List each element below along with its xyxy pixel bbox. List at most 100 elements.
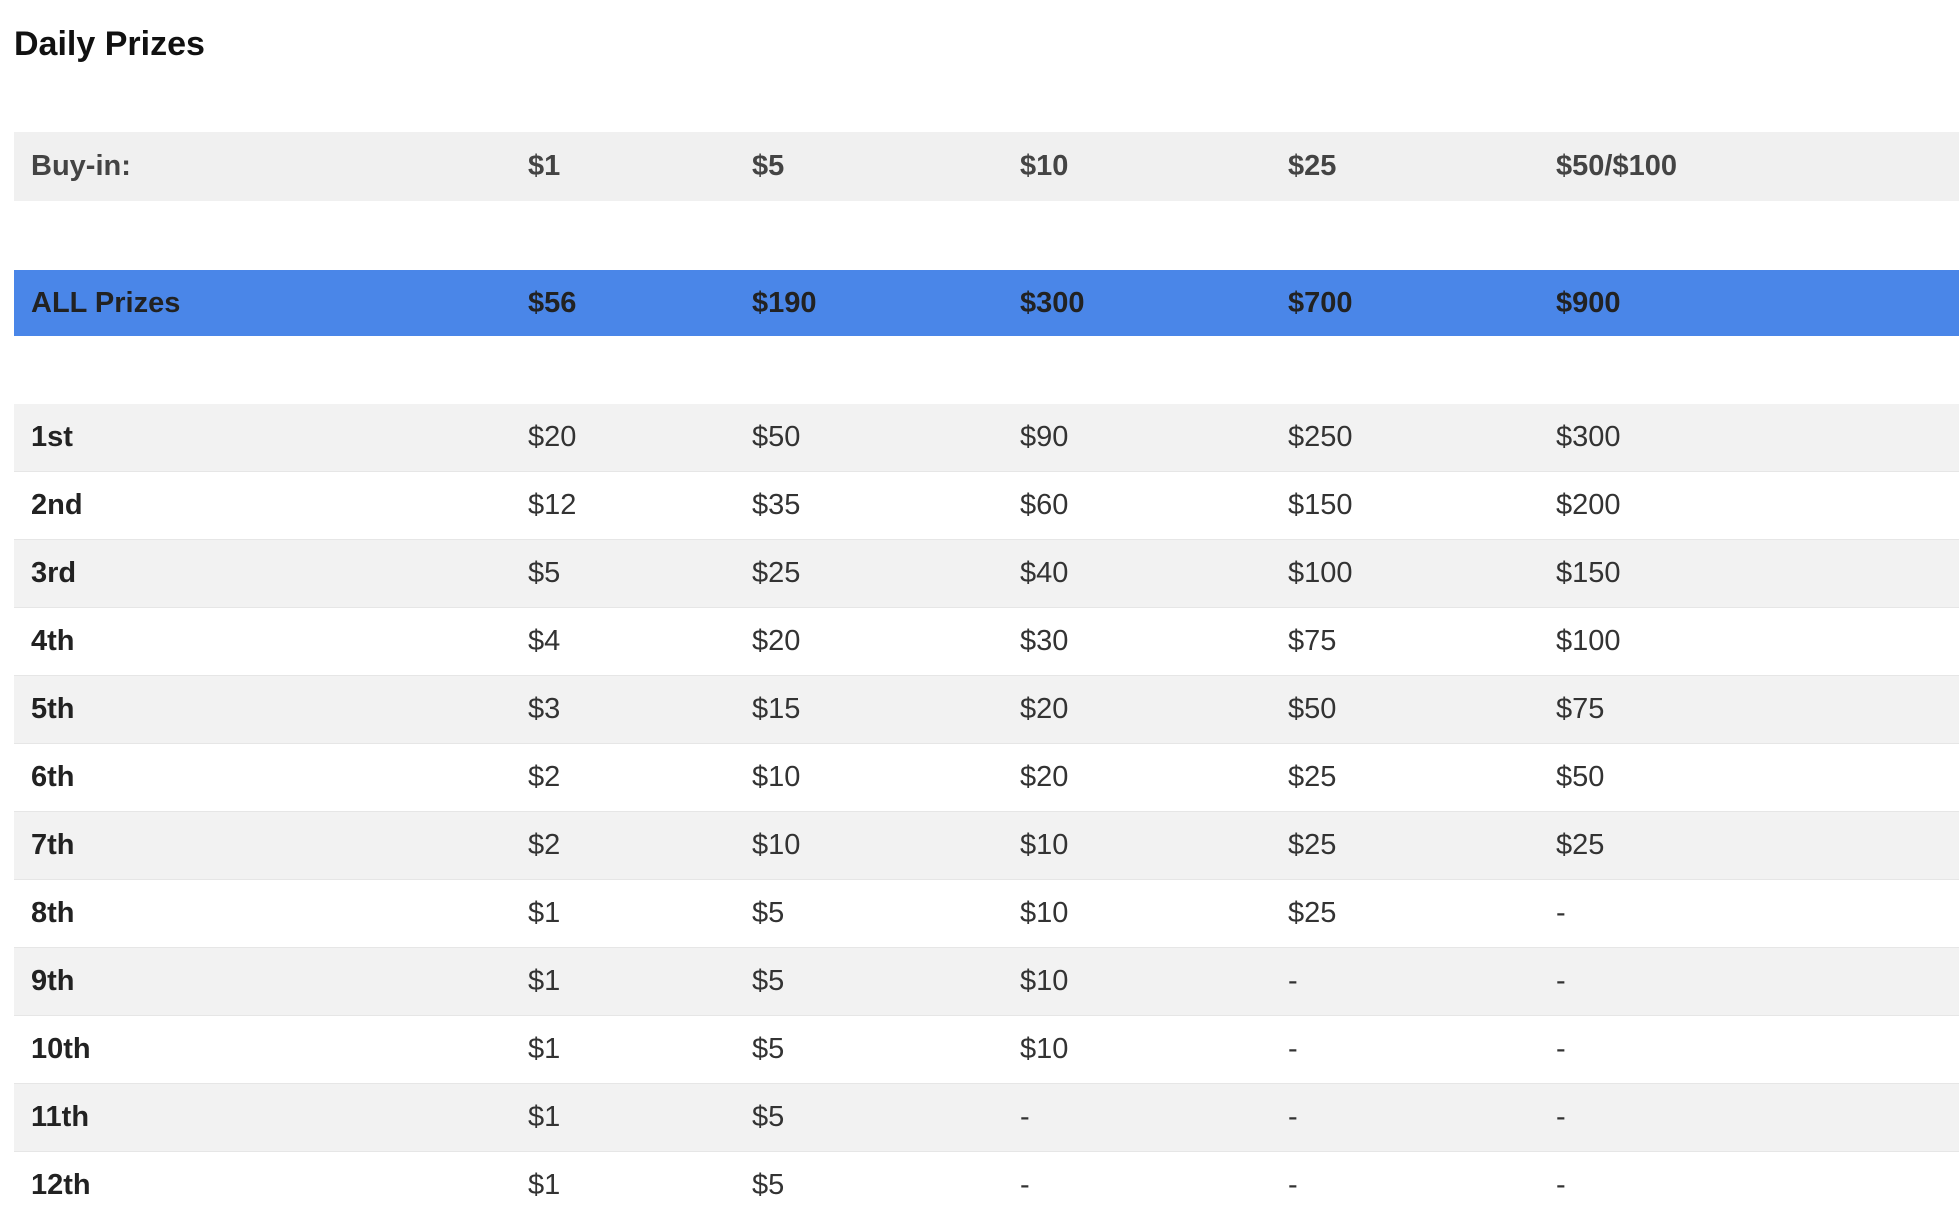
prize-cell: $5 <box>528 557 561 589</box>
all-prizes-total: $300 <box>1020 286 1085 319</box>
prize-cell: $10 <box>1020 1033 1069 1065</box>
place-label: 11th <box>31 1101 90 1133</box>
prize-table-body: 1st $20 $50 $90 $250 $300 2nd $12 $35 $60 $150 $200… <box>0 404 1959 1218</box>
table-row: 10th $1 $5 $10 - - <box>14 1016 1959 1084</box>
prize-cell: $1 <box>528 1033 561 1065</box>
prize-cell: $5 <box>752 1101 785 1133</box>
table-row: 12th $1 $5 - - - <box>14 1152 1959 1218</box>
prize-cell: - <box>1020 1169 1030 1201</box>
prize-cell: - <box>1288 965 1298 997</box>
prize-cell: $200 <box>1556 489 1621 521</box>
prize-cell: $20 <box>1020 693 1069 725</box>
prize-cell: $2 <box>528 761 561 793</box>
place-label: 2nd <box>31 489 83 521</box>
prize-cell: $5 <box>752 965 785 997</box>
prize-cell: $300 <box>1556 421 1621 453</box>
prize-cell: $25 <box>1288 829 1337 861</box>
buy-in-25: $25 <box>1288 150 1337 182</box>
place-label: 7th <box>31 829 75 861</box>
all-prizes-label: ALL Prizes <box>31 286 181 319</box>
all-prizes-total: $900 <box>1556 286 1621 319</box>
prize-cell: $1 <box>528 1101 561 1133</box>
table-row: 1st $20 $50 $90 $250 $300 <box>14 404 1959 472</box>
prize-cell: $250 <box>1288 421 1353 453</box>
prize-cell: $12 <box>528 489 577 521</box>
prize-cell: $50 <box>1288 693 1337 725</box>
prize-cell: $100 <box>1288 557 1353 589</box>
buy-in-5: $5 <box>752 150 785 182</box>
prize-cell: - <box>1556 1101 1566 1133</box>
all-prizes-total: $700 <box>1288 286 1353 319</box>
prize-cell: $10 <box>1020 965 1069 997</box>
buy-in-1: $1 <box>528 150 561 182</box>
page-title: Daily Prizes <box>14 25 205 63</box>
prize-cell: $25 <box>1288 761 1337 793</box>
prize-cell: $75 <box>1288 625 1337 657</box>
place-label: 4th <box>31 625 75 657</box>
place-label: 3rd <box>31 557 77 589</box>
prize-cell: $30 <box>1020 625 1069 657</box>
place-label: 10th <box>31 1033 91 1065</box>
prize-cell: - <box>1020 1101 1030 1133</box>
buy-in-header-row: Buy-in: $1 $5 $10 $25 $50/$100 <box>14 132 1959 201</box>
prize-cell: $3 <box>528 693 561 725</box>
table-row: 3rd $5 $25 $40 $100 $150 <box>14 540 1959 608</box>
prize-cell: $35 <box>752 489 801 521</box>
table-row: 4th $4 $20 $30 $75 $100 <box>14 608 1959 676</box>
table-row: 5th $3 $15 $20 $50 $75 <box>14 676 1959 744</box>
prize-cell: $90 <box>1020 421 1069 453</box>
prize-cell: $15 <box>752 693 801 725</box>
prize-cell: - <box>1556 1169 1566 1201</box>
prize-cell: $4 <box>528 625 561 657</box>
place-label: 8th <box>31 897 75 929</box>
table-row: 2nd $12 $35 $60 $150 $200 <box>14 472 1959 540</box>
prize-cell: $25 <box>1288 897 1337 929</box>
prize-cell: $50 <box>752 421 801 453</box>
prize-cell: - <box>1288 1033 1298 1065</box>
place-label: 9th <box>31 965 75 997</box>
page: Daily Prizes Buy-in: $1 $5 $10 $25 $50/$… <box>0 0 1959 1218</box>
prize-cell: $40 <box>1020 557 1069 589</box>
table-row: 7th $2 $10 $10 $25 $25 <box>14 812 1959 880</box>
prize-cell: $20 <box>752 625 801 657</box>
prize-cell: $50 <box>1556 761 1605 793</box>
prize-cell: $100 <box>1556 625 1621 657</box>
prize-cell: $5 <box>752 1033 785 1065</box>
place-label: 12th <box>31 1169 91 1201</box>
prize-cell: $1 <box>528 965 561 997</box>
prize-cell: $25 <box>1556 829 1605 861</box>
prize-cell: - <box>1556 1033 1566 1065</box>
prize-cell: $10 <box>1020 829 1069 861</box>
prize-cell: - <box>1288 1101 1298 1133</box>
prize-cell: $2 <box>528 829 561 861</box>
prize-cell: $5 <box>752 1169 785 1201</box>
prize-cell: $20 <box>1020 761 1069 793</box>
prize-cell: $10 <box>752 829 801 861</box>
prize-cell: - <box>1556 965 1566 997</box>
place-label: 5th <box>31 693 75 725</box>
prize-cell: $1 <box>528 1169 561 1201</box>
prize-cell: $150 <box>1556 557 1621 589</box>
all-prizes-total: $190 <box>752 286 817 319</box>
table-row: 9th $1 $5 $10 - - <box>14 948 1959 1016</box>
prize-cell: - <box>1288 1169 1298 1201</box>
prize-cell: $25 <box>752 557 801 589</box>
place-label: 1st <box>31 421 73 453</box>
table-row: 6th $2 $10 $20 $25 $50 <box>14 744 1959 812</box>
prize-cell: $1 <box>528 897 561 929</box>
prize-cell: $10 <box>752 761 801 793</box>
table-row: 8th $1 $5 $10 $25 - <box>14 880 1959 948</box>
buy-in-50-100: $50/$100 <box>1556 150 1677 182</box>
table-row: 11th $1 $5 - - - <box>14 1084 1959 1152</box>
buy-in-label: Buy-in: <box>31 150 131 182</box>
prize-cell: - <box>1556 897 1566 929</box>
buy-in-10: $10 <box>1020 150 1069 182</box>
prize-cell: $150 <box>1288 489 1353 521</box>
prize-cell: $20 <box>528 421 577 453</box>
place-label: 6th <box>31 761 75 793</box>
all-prizes-total: $56 <box>528 286 577 319</box>
all-prizes-row: ALL Prizes $56 $190 $300 $700 $900 <box>14 270 1959 336</box>
prize-cell: $60 <box>1020 489 1069 521</box>
prize-cell: $75 <box>1556 693 1605 725</box>
prize-cell: $10 <box>1020 897 1069 929</box>
